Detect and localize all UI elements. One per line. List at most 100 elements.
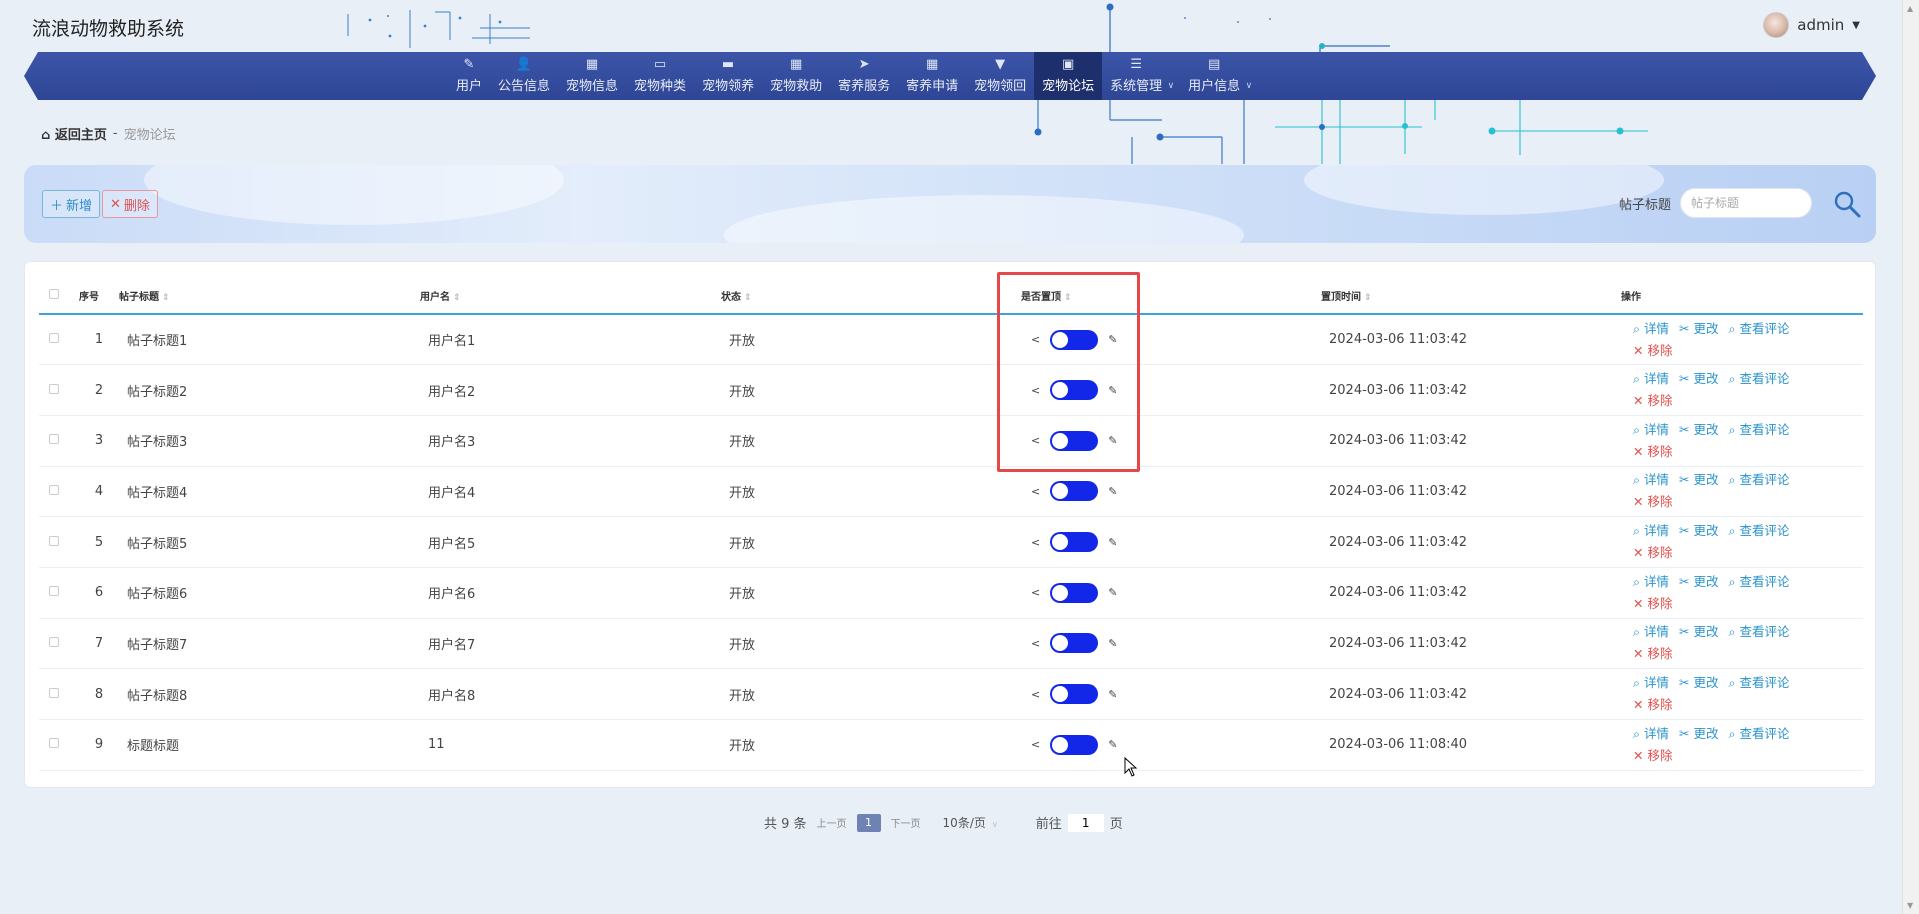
remove-button[interactable]: ✕ 移除 (1633, 745, 1672, 767)
view-comments-button[interactable]: ⌕ 查看评论 (1729, 621, 1790, 643)
edit-icon[interactable]: ✎ (1108, 333, 1117, 346)
remove-button[interactable]: ✕ 移除 (1633, 593, 1672, 615)
column-header-user[interactable]: 用户名 ⇕ (420, 277, 721, 315)
nav-item-8[interactable]: ▼ 宠物领回 (966, 52, 1034, 100)
pinned-toggle[interactable] (1050, 582, 1099, 603)
remove-button[interactable]: ✕ 移除 (1633, 491, 1672, 513)
edit-button[interactable]: ✂ 更改 (1679, 723, 1718, 745)
nav-item-5[interactable]: ▦ 宠物救助 (762, 52, 830, 100)
view-comments-button[interactable]: ⌕ 查看评论 (1729, 723, 1790, 745)
remove-button[interactable]: ✕ 移除 (1633, 694, 1672, 716)
nav-item-6[interactable]: ➤ 寄养服务 (830, 52, 898, 100)
detail-button[interactable]: ⌕ 详情 (1633, 469, 1669, 491)
column-header-status[interactable]: 状态 ⇕ (721, 277, 1021, 315)
detail-button[interactable]: ⌕ 详情 (1633, 723, 1669, 745)
row-checkbox[interactable] (39, 415, 79, 467)
row-pinned: < ✎ (1021, 719, 1321, 771)
remove-button[interactable]: ✕ 移除 (1633, 390, 1672, 412)
scroll-down-icon[interactable]: ▼ (1907, 901, 1913, 910)
detail-button[interactable]: ⌕ 详情 (1633, 368, 1669, 390)
prev-page-button[interactable]: 上一页 (817, 815, 847, 830)
view-comments-button[interactable]: ⌕ 查看评论 (1729, 368, 1790, 390)
goto-page-input[interactable] (1067, 813, 1104, 832)
user-menu[interactable]: admin ▼ (1763, 12, 1860, 38)
nav-item-7[interactable]: ▦ 寄养申请 (898, 52, 966, 100)
view-comments-button[interactable]: ⌕ 查看评论 (1729, 571, 1790, 593)
pinned-toggle[interactable] (1050, 532, 1099, 553)
pinned-toggle[interactable] (1050, 684, 1099, 705)
column-header-pinned[interactable]: 是否置顶 ⇕ (1021, 277, 1321, 315)
edit-icon[interactable]: ✎ (1108, 536, 1117, 549)
nav-item-1[interactable]: 👤 公告信息 (490, 52, 558, 100)
view-comments-button[interactable]: ⌕ 查看评论 (1729, 672, 1790, 694)
pinned-toggle[interactable] (1050, 481, 1099, 502)
edit-icon[interactable]: ✎ (1108, 485, 1117, 498)
page-number-current[interactable]: 1 (856, 813, 881, 832)
pinned-toggle[interactable] (1050, 329, 1099, 350)
view-comments-button[interactable]: ⌕ 查看评论 (1729, 318, 1790, 340)
edit-icon[interactable]: ✎ (1108, 738, 1117, 751)
edit-icon[interactable]: ✎ (1108, 384, 1117, 397)
remove-button[interactable]: ✕ 移除 (1633, 542, 1672, 564)
next-page-button[interactable]: 下一页 (891, 815, 921, 830)
row-checkbox[interactable] (39, 516, 79, 568)
detail-button[interactable]: ⌕ 详情 (1633, 520, 1669, 542)
row-checkbox[interactable] (39, 466, 79, 518)
nav-item-2[interactable]: ▦ 宠物信息 (558, 52, 626, 100)
detail-button[interactable]: ⌕ 详情 (1633, 621, 1669, 643)
scroll-up-icon[interactable]: ▲ (1907, 4, 1913, 13)
edit-button[interactable]: ✂ 更改 (1679, 318, 1718, 340)
column-header-pin-time[interactable]: 置顶时间 ⇕ (1321, 277, 1621, 315)
row-checkbox[interactable] (39, 719, 79, 771)
pinned-toggle[interactable] (1050, 430, 1099, 451)
row-checkbox[interactable] (39, 668, 79, 720)
search-icon[interactable] (1832, 189, 1862, 219)
add-button[interactable]: ＋ 新增 (42, 190, 101, 218)
detail-button[interactable]: ⌕ 详情 (1633, 571, 1669, 593)
edit-button[interactable]: ✂ 更改 (1679, 672, 1718, 694)
detail-button[interactable]: ⌕ 详情 (1633, 419, 1669, 441)
search-input[interactable] (1680, 188, 1812, 218)
remove-button[interactable]: ✕ 移除 (1633, 441, 1672, 463)
edit-button[interactable]: ✂ 更改 (1679, 621, 1718, 643)
pinned-toggle[interactable] (1050, 633, 1099, 654)
delete-button[interactable]: ✕ 删除 (102, 190, 158, 218)
pinned-toggle[interactable] (1050, 380, 1099, 401)
nav-item-3[interactable]: ▭ 宠物种类 (626, 52, 694, 100)
home-link[interactable]: ⌂ 返回主页 (41, 124, 107, 143)
edit-icon[interactable]: ✎ (1108, 637, 1117, 650)
nav-item-4[interactable]: ▬ 宠物领养 (694, 52, 762, 100)
pinned-toggle[interactable] (1050, 734, 1099, 755)
row-checkbox[interactable] (39, 364, 79, 416)
detail-button[interactable]: ⌕ 详情 (1633, 318, 1669, 340)
vertical-scrollbar[interactable]: ▲ ▼ (1902, 0, 1919, 914)
edit-button[interactable]: ✂ 更改 (1679, 368, 1718, 390)
edit-button[interactable]: ✂ 更改 (1679, 469, 1718, 491)
remove-button[interactable]: ✕ 移除 (1633, 643, 1672, 665)
column-header-title[interactable]: 帖子标题 ⇕ (119, 277, 420, 315)
edit-icon[interactable]: ✎ (1108, 586, 1117, 599)
view-comments-button[interactable]: ⌕ 查看评论 (1729, 419, 1790, 441)
edit-icon[interactable]: ✎ (1108, 434, 1117, 447)
row-checkbox[interactable] (39, 314, 79, 366)
nav-item-10[interactable]: ☰ 系统管理 ∨ (1102, 52, 1174, 100)
row-checkbox[interactable] (39, 567, 79, 619)
row-user: 用户名5 (420, 516, 721, 568)
search-icon: ⌕ (1633, 371, 1641, 387)
nav-item-0[interactable]: ✎ 用户 (448, 52, 490, 100)
detail-button[interactable]: ⌕ 详情 (1633, 672, 1669, 694)
nav-item-11[interactable]: ▤ 用户信息 ∨ (1180, 52, 1252, 100)
edit-icon[interactable]: ✎ (1108, 688, 1117, 701)
select-all-checkbox[interactable] (39, 277, 79, 315)
remove-button[interactable]: ✕ 移除 (1633, 340, 1672, 362)
page-size-select[interactable]: 10条/页 ∨ (943, 814, 998, 831)
view-comments-button[interactable]: ⌕ 查看评论 (1729, 469, 1790, 491)
view-comments-button[interactable]: ⌕ 查看评论 (1729, 520, 1790, 542)
row-checkbox[interactable] (39, 618, 79, 670)
edit-button[interactable]: ✂ 更改 (1679, 419, 1718, 441)
nav-item-9[interactable]: ▣ 宠物论坛 (1034, 52, 1103, 100)
edit-button[interactable]: ✂ 更改 (1679, 571, 1718, 593)
edit-button[interactable]: ✂ 更改 (1679, 520, 1718, 542)
table-row: 6 帖子标题6 用户名6 开放 < ✎ 2024-03-06 11:03:42 ⌕ 详情 ✂ 更… (39, 567, 1863, 619)
table-header-row: 序号 帖子标题 ⇕ 用户名 ⇕ 状态 ⇕ 是否置顶 ⇕ 置顶时间 ⇕ 操作 (39, 277, 1863, 315)
